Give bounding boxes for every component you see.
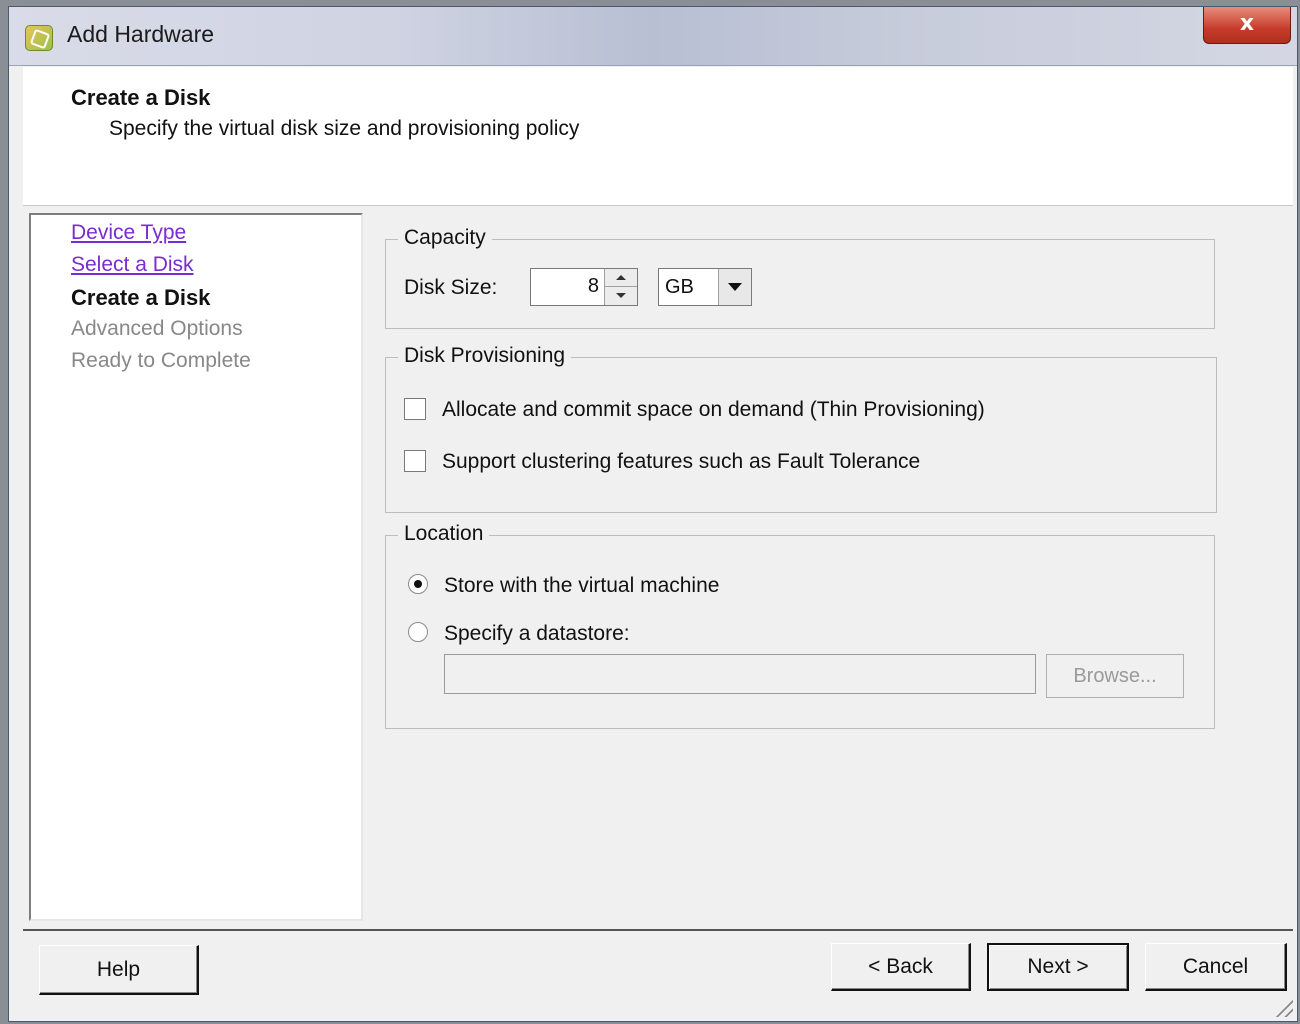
footer-divider — [23, 929, 1293, 931]
spin-down-icon[interactable] — [605, 287, 637, 305]
chevron-down-icon[interactable] — [718, 269, 751, 305]
specify-datastore-radio[interactable] — [408, 622, 428, 642]
next-button[interactable]: Next > — [987, 943, 1129, 991]
wizard-steps-panel: Device Type Select a Disk Create a Disk … — [29, 213, 363, 921]
disk-size-stepper[interactable]: 8 — [530, 268, 638, 306]
disk-provisioning-group: Disk Provisioning Allocate and commit sp… — [385, 344, 1217, 513]
browse-button: Browse... — [1046, 654, 1184, 698]
cancel-button[interactable]: Cancel — [1145, 943, 1287, 991]
specify-datastore-label[interactable]: Specify a datastore: — [444, 622, 630, 646]
step-select-a-disk[interactable]: Select a Disk — [71, 253, 194, 277]
disk-size-value[interactable]: 8 — [588, 275, 599, 298]
thin-provisioning-checkbox[interactable] — [404, 398, 426, 420]
close-button[interactable]: x — [1203, 7, 1291, 44]
capacity-group: Capacity Disk Size: 8 GB — [385, 226, 1215, 329]
help-button[interactable]: Help — [39, 945, 199, 995]
step-create-a-disk: Create a Disk — [71, 285, 211, 310]
store-with-vm-label[interactable]: Store with the virtual machine — [444, 574, 719, 598]
store-with-vm-radio[interactable] — [408, 574, 428, 594]
page-title: Create a Disk — [71, 85, 211, 110]
datastore-field — [444, 654, 1036, 694]
disk-size-unit-select[interactable]: GB — [658, 268, 752, 306]
step-device-type[interactable]: Device Type — [71, 221, 186, 245]
disk-size-spin-buttons — [604, 269, 637, 305]
clustering-checkbox[interactable] — [404, 450, 426, 472]
disk-size-unit-value: GB — [665, 276, 694, 298]
disk-provisioning-legend: Disk Provisioning — [398, 344, 572, 368]
title-bar[interactable]: Add Hardware x — [9, 7, 1297, 66]
vsphere-app-icon — [25, 25, 53, 51]
capacity-legend: Capacity — [398, 226, 492, 250]
thin-provisioning-label[interactable]: Allocate and commit space on demand (Thi… — [442, 398, 985, 422]
add-hardware-dialog: Add Hardware x Create a Disk Specify the… — [8, 6, 1298, 1022]
spin-up-icon[interactable] — [605, 269, 637, 287]
step-ready-to-complete: Ready to Complete — [71, 349, 251, 372]
location-group: Location Store with the virtual machine … — [385, 522, 1215, 729]
page-subtitle: Specify the virtual disk size and provis… — [109, 117, 580, 140]
back-button[interactable]: < Back — [831, 943, 971, 991]
location-legend: Location — [398, 522, 490, 546]
disk-size-label: Disk Size: — [404, 276, 498, 299]
window-title: Add Hardware — [67, 21, 215, 47]
clustering-label[interactable]: Support clustering features such as Faul… — [442, 450, 920, 474]
resize-grip-icon[interactable] — [1273, 997, 1293, 1017]
wizard-header: Create a Disk Specify the virtual disk s… — [23, 67, 1293, 206]
step-advanced-options: Advanced Options — [71, 317, 243, 340]
